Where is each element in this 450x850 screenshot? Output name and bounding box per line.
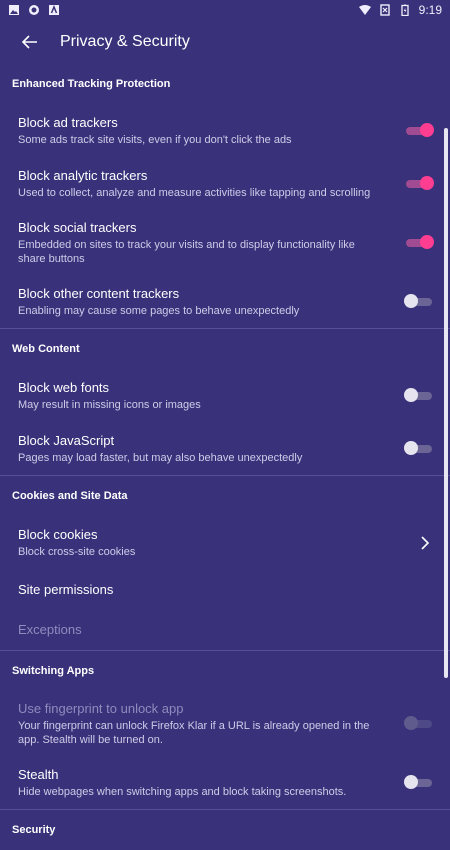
back-button[interactable] bbox=[16, 28, 44, 56]
block-other-content-trackers-title: Block other content trackers bbox=[18, 286, 180, 301]
block-cookies-title: Block cookies bbox=[18, 527, 98, 542]
fingerprint-unlock-title: Use fingerprint to unlock app bbox=[18, 701, 184, 716]
app-toolbar: Privacy & Security bbox=[0, 20, 450, 64]
wifi-icon bbox=[358, 5, 371, 15]
block-javascript-row[interactable]: Block JavaScript Pages may load faster, … bbox=[0, 422, 450, 475]
block-javascript-title: Block JavaScript bbox=[18, 432, 115, 448]
exceptions-title: Exceptions bbox=[18, 622, 82, 637]
status-bar: 9:19 bbox=[0, 0, 450, 20]
block-social-trackers-row[interactable]: Block social trackers Embedded on sites … bbox=[0, 210, 450, 276]
status-time: 9:19 bbox=[418, 3, 442, 17]
section-enhanced-tracking-protection: Enhanced Tracking Protection bbox=[12, 78, 171, 90]
settings-list: Enhanced Tracking Protection Block ad tr… bbox=[0, 64, 450, 850]
fingerprint-unlock-subtitle: Your fingerprint can unlock Firefox Klar… bbox=[18, 720, 370, 746]
block-cookies-row[interactable]: Block cookies Block cross-site cookies bbox=[0, 516, 450, 570]
block-ad-trackers-subtitle: Some ads track site visits, even if you … bbox=[18, 133, 292, 146]
chevron-right-icon bbox=[421, 536, 430, 550]
stealth-row[interactable]: Stealth Hide webpages when switching app… bbox=[0, 757, 450, 809]
section-switching-apps: Switching Apps bbox=[12, 665, 95, 677]
stealth-toggle[interactable] bbox=[404, 775, 432, 789]
fingerprint-unlock-toggle[interactable] bbox=[404, 716, 432, 730]
battery-icon bbox=[400, 4, 409, 16]
sim-icon bbox=[379, 4, 390, 16]
block-analytic-trackers-title: Block analytic trackers bbox=[18, 167, 148, 183]
page-title: Privacy & Security bbox=[60, 33, 190, 50]
block-analytic-trackers-row[interactable]: Block analytic trackers Used to collect,… bbox=[0, 157, 450, 210]
block-javascript-subtitle: Pages may load faster, but may also beha… bbox=[18, 451, 303, 464]
back-arrow-icon bbox=[21, 35, 37, 49]
block-social-trackers-title: Block social trackers bbox=[18, 220, 137, 235]
block-other-content-trackers-toggle[interactable] bbox=[404, 294, 432, 308]
section-security: Security bbox=[12, 824, 56, 836]
block-web-fonts-title: Block web fonts bbox=[18, 379, 110, 395]
block-ad-trackers-title: Block ad trackers bbox=[18, 114, 118, 130]
image-icon bbox=[9, 5, 19, 15]
section-cookies-and-site-data: Cookies and Site Data bbox=[12, 490, 128, 502]
block-web-fonts-subtitle: May result in missing icons or images bbox=[18, 398, 201, 411]
firefox-icon bbox=[29, 5, 39, 15]
site-permissions-title: Site permissions bbox=[18, 582, 114, 597]
block-web-fonts-toggle[interactable] bbox=[404, 387, 432, 402]
block-ad-trackers-toggle[interactable] bbox=[406, 122, 434, 137]
exceptions-row[interactable]: Exceptions bbox=[0, 610, 450, 650]
block-social-trackers-toggle[interactable] bbox=[406, 235, 434, 249]
block-social-trackers-subtitle: Embedded on sites to track your visits a… bbox=[18, 239, 355, 265]
stealth-title: Stealth bbox=[18, 767, 59, 782]
a-icon bbox=[49, 5, 59, 15]
block-analytic-trackers-toggle[interactable] bbox=[406, 175, 434, 190]
site-permissions-row[interactable]: Site permissions bbox=[0, 570, 450, 610]
fingerprint-unlock-row[interactable]: Use fingerprint to unlock app Your finge… bbox=[0, 691, 450, 757]
block-ad-trackers-row[interactable]: Block ad trackers Some ads track site vi… bbox=[0, 104, 450, 157]
block-analytic-trackers-subtitle: Used to collect, analyze and measure act… bbox=[18, 186, 371, 199]
stealth-subtitle: Hide webpages when switching apps and bl… bbox=[18, 786, 347, 798]
block-cookies-subtitle: Block cross-site cookies bbox=[18, 546, 136, 558]
section-web-content: Web Content bbox=[12, 343, 80, 355]
block-web-fonts-row[interactable]: Block web fonts May result in missing ic… bbox=[0, 369, 450, 422]
block-other-content-trackers-row[interactable]: Block other content trackers Enabling ma… bbox=[0, 276, 450, 328]
block-other-content-trackers-subtitle: Enabling may cause some pages to behave … bbox=[18, 305, 300, 317]
block-javascript-toggle[interactable] bbox=[404, 440, 432, 455]
